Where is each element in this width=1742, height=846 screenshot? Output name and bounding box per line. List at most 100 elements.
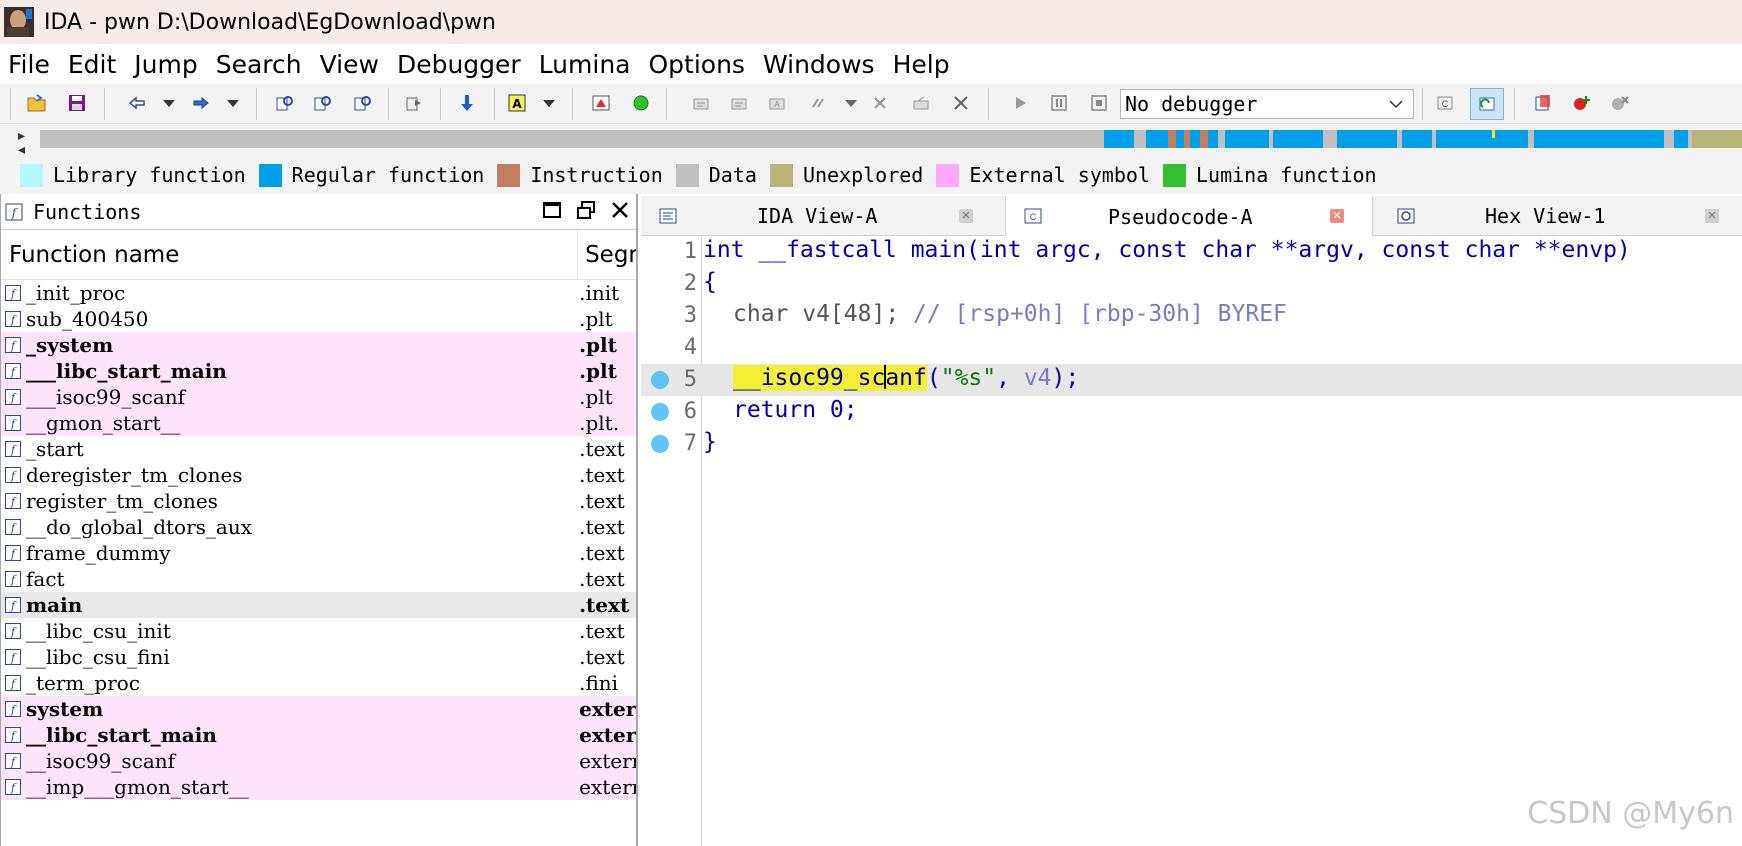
- code-text[interactable]: }: [703, 429, 717, 455]
- column-header-segment[interactable]: Segm: [577, 229, 636, 280]
- function-row[interactable]: f _init_proc .init: [1, 280, 636, 306]
- function-row[interactable]: f register_tm_clones .text: [1, 488, 636, 514]
- xrefs-icon[interactable]: [1532, 92, 1554, 114]
- string-literal[interactable]: "%s": [941, 365, 996, 391]
- function-row[interactable]: f __gmon_start__ .plt.: [1, 410, 636, 436]
- menu-file[interactable]: File: [0, 50, 59, 79]
- function-name: __libc_csu_init: [26, 619, 171, 643]
- code-text[interactable]: char v4[48]; // [rsp+0h] [rbp-30h] BYREF: [733, 301, 1287, 327]
- function-row[interactable]: f ___isoc99_scanf .plt: [1, 384, 636, 410]
- menu-edit[interactable]: Edit: [59, 50, 125, 79]
- menu-windows[interactable]: Windows: [754, 50, 884, 79]
- float-window-icon[interactable]: [576, 200, 596, 220]
- offset-icon[interactable]: [910, 92, 932, 114]
- tab-close-icon[interactable]: ✕: [959, 209, 973, 223]
- function-row[interactable]: f __imp___gmon_start__ extern: [1, 774, 636, 800]
- function-row[interactable]: f _system .plt: [1, 332, 636, 358]
- maximize-icon[interactable]: [542, 200, 562, 220]
- array-icon[interactable]: [808, 92, 830, 114]
- legend-label: External symbol: [969, 163, 1150, 187]
- function-row[interactable]: f sub_400450 .plt: [1, 306, 636, 332]
- code-line[interactable]: 2 {: [641, 268, 1742, 300]
- function-row[interactable]: f _term_proc .fini: [1, 670, 636, 696]
- menu-debugger[interactable]: Debugger: [388, 50, 530, 79]
- tab-close-icon[interactable]: ✕: [1705, 209, 1719, 223]
- graph-icon[interactable]: [590, 92, 612, 114]
- code-text[interactable]: int __fastcall main(int argc, const char…: [703, 237, 1631, 263]
- function-row[interactable]: f _start .text: [1, 436, 636, 462]
- struct-icon[interactable]: [870, 92, 892, 114]
- array-dropdown-icon[interactable]: [840, 92, 862, 114]
- tab-pseudocode-a[interactable]: C Pseudocode-A ✕: [1005, 196, 1373, 237]
- code-line-current[interactable]: 5 __isoc99_scanf("%s", v4);: [641, 364, 1742, 396]
- text-search-icon[interactable]: [312, 92, 334, 114]
- code-line[interactable]: 4: [641, 332, 1742, 364]
- column-header-function-name[interactable]: Function name: [1, 242, 577, 268]
- run-green-circle-icon[interactable]: [630, 92, 652, 114]
- delete-breakpoint-icon[interactable]: [1610, 92, 1632, 114]
- immediate-search-icon[interactable]: [352, 92, 374, 114]
- function-row[interactable]: f frame_dummy .text: [1, 540, 636, 566]
- debugger-select[interactable]: No debugger: [1120, 89, 1414, 119]
- code-line[interactable]: 6 return 0;: [641, 396, 1742, 428]
- code-line[interactable]: 7 }: [641, 428, 1742, 460]
- data-icon[interactable]: [728, 92, 750, 114]
- code-line[interactable]: 1 int __fastcall main(int argc, const ch…: [641, 236, 1742, 268]
- undefine-icon[interactable]: [950, 92, 972, 114]
- pseudocode-view[interactable]: 1 int __fastcall main(int argc, const ch…: [641, 236, 1742, 846]
- function-row[interactable]: f ___libc_start_main .plt: [1, 358, 636, 384]
- function-row[interactable]: f main .text: [1, 592, 636, 618]
- function-row[interactable]: f __libc_start_main extern: [1, 722, 636, 748]
- start-debugger-icon[interactable]: [1010, 92, 1032, 114]
- menu-lumina[interactable]: Lumina: [530, 50, 640, 79]
- code-text[interactable]: {: [703, 269, 717, 295]
- nav-band-arrows-icon[interactable]: ▸ ◂: [18, 128, 25, 156]
- menu-options[interactable]: Options: [639, 50, 753, 79]
- close-icon[interactable]: [610, 200, 630, 220]
- function-row[interactable]: f __libc_csu_fini .text: [1, 644, 636, 670]
- tab-close-icon[interactable]: ✕: [1330, 209, 1344, 223]
- function-row[interactable]: f fact .text: [1, 566, 636, 592]
- back-arrow-icon[interactable]: [126, 92, 148, 114]
- menu-jump[interactable]: Jump: [125, 50, 206, 79]
- menu-view[interactable]: View: [311, 50, 388, 79]
- code-text[interactable]: __isoc99_scanf("%s", v4);: [733, 365, 1079, 391]
- binary-search-icon[interactable]: [274, 92, 296, 114]
- menu-help[interactable]: Help: [884, 50, 959, 79]
- tab-hex-view-1[interactable]: Hex View-1 ✕: [1383, 196, 1742, 236]
- forward-history-dropdown-icon[interactable]: [222, 92, 244, 114]
- function-row[interactable]: f __libc_csu_init .text: [1, 618, 636, 644]
- open-file-icon[interactable]: [26, 92, 48, 114]
- function-row[interactable]: f __isoc99_scanf extern: [1, 748, 636, 774]
- tab-ida-view-a[interactable]: IDA View-A ✕: [641, 196, 993, 236]
- menu-search[interactable]: Search: [207, 50, 311, 79]
- code-text[interactable]: return 0;: [733, 397, 858, 423]
- back-history-dropdown-icon[interactable]: [158, 92, 180, 114]
- add-breakpoint-icon[interactable]: [1572, 92, 1594, 114]
- save-icon[interactable]: [66, 92, 88, 114]
- refresh-pseudocode-icon[interactable]: [1470, 88, 1504, 120]
- highlighted-function-call[interactable]: __isoc99_scanf: [733, 365, 927, 391]
- variable-reference[interactable]: v4: [1024, 365, 1052, 391]
- local-var-declaration[interactable]: char v4[48];: [733, 301, 913, 327]
- jump-down-icon[interactable]: [456, 92, 478, 114]
- navigation-band[interactable]: ▸ ◂: [0, 124, 1742, 156]
- switch-pseudocode-icon[interactable]: C: [1434, 92, 1456, 114]
- toolbar-separator: [388, 88, 389, 120]
- name-dropdown-icon[interactable]: [538, 92, 560, 114]
- function-row[interactable]: f __do_global_dtors_aux .text: [1, 514, 636, 540]
- name-rename-icon[interactable]: A: [506, 92, 528, 114]
- function-row[interactable]: f deregister_tm_clones .text: [1, 462, 636, 488]
- legend-swatch: [769, 163, 793, 187]
- pause-icon[interactable]: [1048, 92, 1070, 114]
- navigation-strip[interactable]: [40, 130, 1742, 148]
- function-row[interactable]: fsystem extern: [1, 696, 636, 722]
- forward-arrow-icon[interactable]: [190, 92, 212, 114]
- search-next-icon[interactable]: [404, 92, 426, 114]
- svg-text:A: A: [512, 97, 522, 111]
- string-icon[interactable]: A: [766, 92, 788, 114]
- line-number: 7: [683, 431, 697, 456]
- code-icon[interactable]: [690, 92, 712, 114]
- stop-icon[interactable]: [1088, 92, 1110, 114]
- code-line[interactable]: 3 char v4[48]; // [rsp+0h] [rbp-30h] BYR…: [641, 300, 1742, 332]
